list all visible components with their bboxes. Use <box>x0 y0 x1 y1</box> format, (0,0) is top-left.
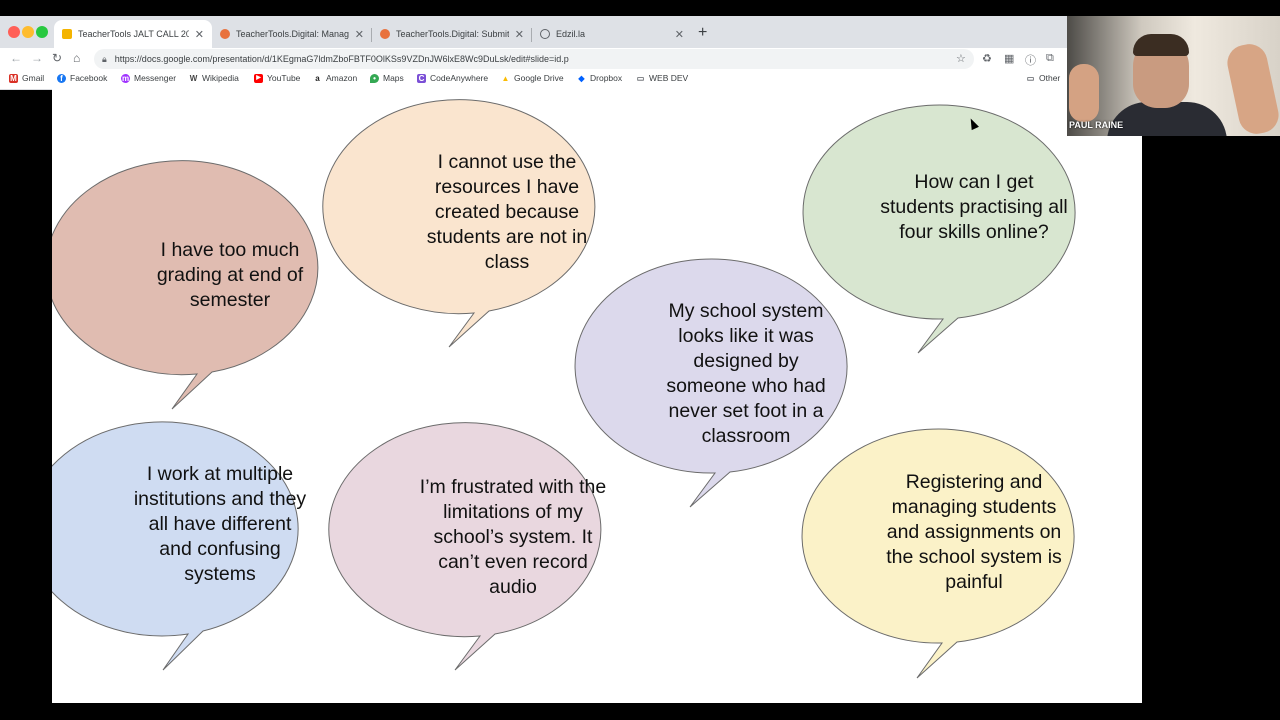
bookmark-other-folder[interactable]: ▭ Other <box>1026 73 1061 83</box>
globe-icon <box>540 29 550 39</box>
tab-strip: TeacherTools JALT CALL 2021 ✕ TeacherToo… <box>0 16 1067 48</box>
close-tab-icon[interactable]: ✕ <box>355 28 364 41</box>
bubble-text-resources: I cannot use the resources I have create… <box>426 151 588 273</box>
browser-toolbar: ← → ↻ ⌂ 🔒︎ https://docs.google.com/prese… <box>0 48 1067 70</box>
lock-icon: 🔒︎ <box>102 53 107 64</box>
bubble-text-school-system-design: My school system looks like it was desig… <box>666 300 826 447</box>
bookmark-facebook[interactable]: f Facebook <box>57 73 107 83</box>
messenger-icon: m <box>121 73 130 83</box>
close-window-icon[interactable] <box>8 26 20 38</box>
teachertools-icon <box>380 29 390 39</box>
bubble-text-registering: Registering and managing students and as… <box>886 471 1062 593</box>
tab-teachertools-manage[interactable]: TeacherTools.Digital: Manage I ✕ <box>212 20 372 48</box>
bookmark-google-drive[interactable]: ▲ Google Drive <box>501 73 564 83</box>
bookmark-codeanywhere[interactable]: C CodeAnywhere <box>417 73 488 83</box>
dropbox-icon: ◆ <box>578 73 585 83</box>
wikipedia-icon: W <box>189 73 198 83</box>
bookmark-youtube[interactable]: ▶ YouTube <box>254 73 300 83</box>
forward-arrow-icon[interactable]: → <box>31 51 43 65</box>
teachertools-icon <box>220 29 230 39</box>
reload-icon[interactable]: ↻ <box>52 51 62 65</box>
maximize-window-icon[interactable] <box>36 26 48 38</box>
extension-grid-icon[interactable]: ▦ <box>1004 52 1014 65</box>
bubble-text-multiple-institutions: I work at multiple institutions and they… <box>133 463 307 585</box>
tab-teachertools-jalt-call[interactable]: TeacherTools JALT CALL 2021 ✕ <box>54 20 212 48</box>
new-tab-button[interactable]: + <box>698 24 707 42</box>
google-drive-icon: ▲ <box>501 73 510 83</box>
folder-icon: ▭ <box>1026 73 1035 83</box>
back-arrow-icon[interactable]: ← <box>10 51 22 65</box>
close-tab-icon[interactable]: ✕ <box>675 28 684 41</box>
bookmark-amazon[interactable]: a Amazon <box>313 73 357 83</box>
browser-chrome: TeacherTools JALT CALL 2021 ✕ TeacherToo… <box>0 16 1067 90</box>
bookmark-dropbox[interactable]: ◆ Dropbox <box>577 73 622 83</box>
extension-info-icon[interactable]: ⓘ <box>1025 52 1036 68</box>
url-text: https://docs.google.com/presentation/d/1… <box>114 54 569 64</box>
bubble-text-four-skills: How can I get students practising all fo… <box>880 171 1068 243</box>
extension-screen-icon[interactable]: ⧉ <box>1046 52 1054 65</box>
codeanywhere-icon: C <box>417 73 426 83</box>
amazon-icon: a <box>315 73 320 83</box>
bookmark-wikipedia[interactable]: W Wikipedia <box>189 73 239 83</box>
minimize-window-icon[interactable] <box>22 26 34 38</box>
bubble-text-grading: I have too much grading at end of semest… <box>156 239 304 311</box>
google-slides-icon <box>62 29 72 39</box>
bookmark-folder-web-dev[interactable]: ▭ WEB DEV <box>636 73 688 83</box>
bookmarks-bar: M Gmail f Facebook m Messenger W Wikiped… <box>0 70 1067 90</box>
address-bar[interactable]: 🔒︎ https://docs.google.com/presentation/… <box>94 49 974 69</box>
bookmark-star-icon[interactable]: ☆ <box>956 52 966 65</box>
bubble-text-audio-limitations: I’m frustrated with the limitations of m… <box>419 476 607 598</box>
close-tab-icon[interactable]: ✕ <box>515 28 524 41</box>
tab-edzilla[interactable]: Edzil.la ✕ <box>532 20 692 48</box>
folder-icon: ▭ <box>636 73 645 83</box>
tab-teachertools-submit[interactable]: TeacherTools.Digital: Submit Le ✕ <box>372 20 532 48</box>
presenter-left-hand <box>1069 64 1099 122</box>
bookmark-maps[interactable]: • Maps <box>370 73 404 83</box>
bookmark-messenger[interactable]: m Messenger <box>121 73 176 83</box>
presenter-hair <box>1133 34 1189 56</box>
presentation-slide[interactable]: I have too much grading at end of semest… <box>52 89 1142 703</box>
webcam-overlay: PAUL RAINE <box>1067 16 1280 136</box>
gmail-icon: M <box>9 73 18 83</box>
bookmark-gmail[interactable]: M Gmail <box>9 73 44 83</box>
maps-icon: • <box>370 73 379 83</box>
presenter-name-label: PAUL RAINE <box>1069 120 1124 130</box>
close-tab-icon[interactable]: ✕ <box>195 28 204 41</box>
facebook-icon: f <box>57 73 66 83</box>
home-icon[interactable]: ⌂ <box>73 51 80 65</box>
extension-recycle-icon[interactable]: ♻ <box>982 52 992 65</box>
youtube-icon: ▶ <box>254 73 263 83</box>
